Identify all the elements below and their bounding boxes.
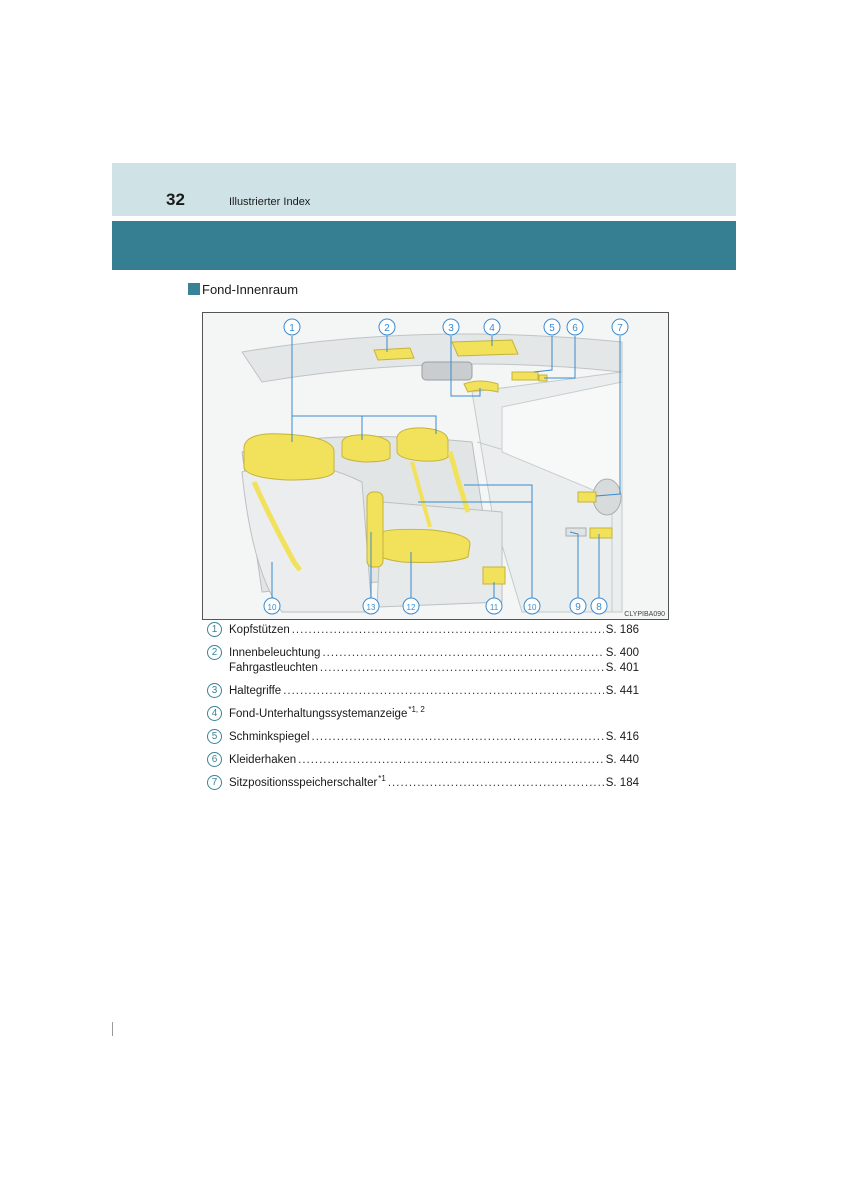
svg-text:4: 4 <box>489 323 495 334</box>
item-page: S. 441 <box>605 685 639 697</box>
figure-code: CLYPIBA090 <box>624 611 665 618</box>
svg-text:10: 10 <box>528 603 537 612</box>
item-page: S. 400 <box>605 647 639 659</box>
item-number: 6 <box>207 752 222 767</box>
item-label: Fahrgastleuchten <box>229 662 318 674</box>
callout-9: 9 <box>569 597 587 615</box>
item-footnote-ref: *1, 2 <box>408 705 425 714</box>
item-page: S. 401 <box>605 662 639 674</box>
item-label: Fond-Unterhaltungssystemanzeige <box>229 708 408 720</box>
callout-5: 5 <box>543 318 561 336</box>
leader-dots <box>320 662 604 675</box>
item-number: 4 <box>207 706 222 721</box>
list-item: 6 Kleiderhaken S. 440 <box>207 752 639 767</box>
item-label: Sitzpositionsspeicherschalter <box>229 777 378 789</box>
callout-12: 12 <box>402 597 420 615</box>
item-list: 1 Kopfstützen S. 186 2 Innenbeleuchtung … <box>207 622 639 790</box>
leader-dots <box>283 685 604 698</box>
item-number: 3 <box>207 683 222 698</box>
svg-text:1: 1 <box>289 323 295 334</box>
item-page: S. 416 <box>605 731 639 743</box>
svg-text:8: 8 <box>596 602 602 613</box>
item-page: S. 184 <box>605 777 639 789</box>
leader-dots <box>388 777 604 790</box>
item-page: S. 186 <box>605 624 639 636</box>
section-title: Fond-Innenraum <box>202 282 299 297</box>
header-title: Illustrierter Index <box>229 196 311 208</box>
item-label: Kleiderhaken <box>229 754 297 766</box>
item-label: Schminkspiegel <box>229 731 310 743</box>
callout-10b: 10 <box>523 597 541 615</box>
item-number: 7 <box>207 775 222 790</box>
item-number: 1 <box>207 622 222 637</box>
list-item: 4 Fond-Unterhaltungssystemanzeige *1, 2 <box>207 705 639 721</box>
leader-dots <box>298 754 604 767</box>
item-label: Haltegriffe <box>229 685 282 697</box>
list-item: 2 Innenbeleuchtung S. 400 <box>207 645 639 660</box>
callout-2: 2 <box>378 318 396 336</box>
header-bar <box>112 221 736 270</box>
list-item: 5 Schminkspiegel S. 416 <box>207 729 639 744</box>
svg-text:13: 13 <box>367 603 376 612</box>
svg-text:9: 9 <box>575 602 581 613</box>
page-number: 32 <box>166 190 185 209</box>
crop-mark <box>112 1022 113 1036</box>
svg-text:11: 11 <box>490 603 499 612</box>
list-item: 1 Kopfstützen S. 186 <box>207 622 639 637</box>
item-number: 2 <box>207 645 222 660</box>
svg-text:5: 5 <box>549 323 555 334</box>
callout-3: 3 <box>442 318 460 336</box>
item-page: S. 440 <box>605 754 639 766</box>
callout-13: 13 <box>362 597 380 615</box>
callout-11: 11 <box>485 597 503 615</box>
svg-text:12: 12 <box>407 603 416 612</box>
svg-text:6: 6 <box>572 323 578 334</box>
list-item: 7 Sitzpositionsspeicherschalter *1 S. 18… <box>207 774 639 790</box>
interior-illustration: 1 2 3 4 5 6 7 10 13 12 11 10 9 8 CLYPIBA… <box>202 312 669 620</box>
item-label: Innenbeleuchtung <box>229 647 321 659</box>
leader-dots <box>322 647 603 660</box>
callout-7: 7 <box>611 318 629 336</box>
item-number: 5 <box>207 729 222 744</box>
item-footnote-ref: *1 <box>378 774 386 783</box>
svg-text:2: 2 <box>384 323 390 334</box>
callout-4: 4 <box>483 318 501 336</box>
svg-text:10: 10 <box>268 603 277 612</box>
callout-6: 6 <box>566 318 584 336</box>
rear-interior-drawing: 1 2 3 4 5 6 7 10 13 12 11 10 9 8 <box>202 312 669 620</box>
header-band <box>112 163 736 216</box>
svg-text:3: 3 <box>448 323 454 334</box>
callout-1: 1 <box>283 318 301 336</box>
item-label: Kopfstützen <box>229 624 290 636</box>
leader-dots <box>312 731 604 744</box>
callout-8: 8 <box>590 597 608 615</box>
list-item: 3 Haltegriffe S. 441 <box>207 683 639 698</box>
leader-dots <box>292 624 604 637</box>
list-item: Fahrgastleuchten S. 401 <box>207 662 639 675</box>
section-marker <box>188 283 200 295</box>
svg-text:7: 7 <box>617 323 623 334</box>
callout-10a: 10 <box>263 597 281 615</box>
